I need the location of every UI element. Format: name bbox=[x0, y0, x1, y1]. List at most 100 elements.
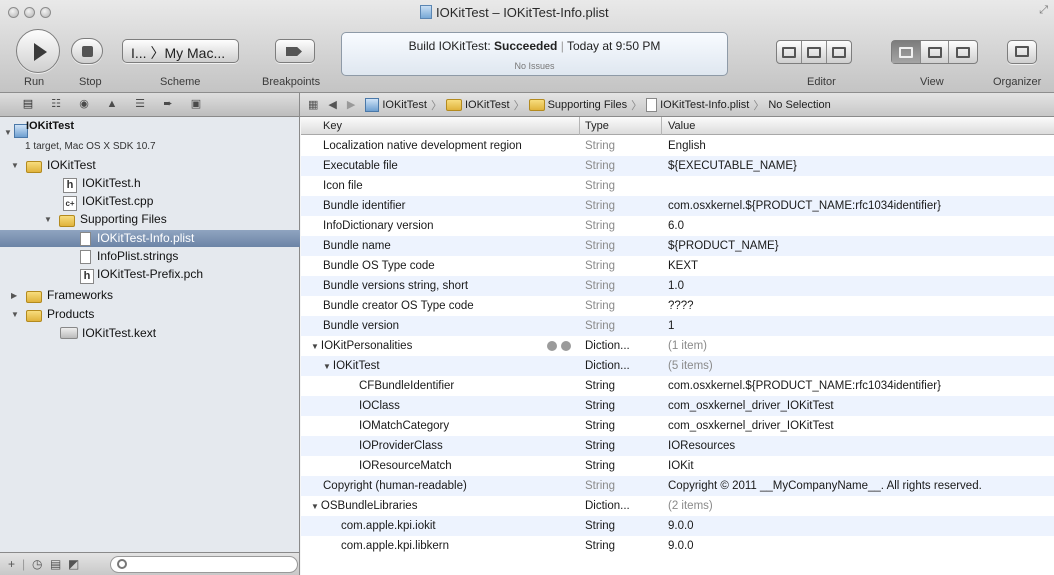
plist-value[interactable]: ${PRODUCT_NAME} bbox=[668, 236, 779, 256]
add-icon[interactable]: + bbox=[8, 557, 15, 571]
minimize-window-button[interactable] bbox=[24, 7, 35, 18]
plist-value[interactable]: Copyright © 2011 __MyCompanyName__. All … bbox=[668, 476, 982, 496]
plist-key[interactable]: ▼ OSBundleLibraries bbox=[311, 496, 417, 517]
plist-type[interactable]: String bbox=[585, 176, 615, 196]
project-navigator-icon[interactable]: ▤ bbox=[22, 99, 34, 110]
zoom-window-button[interactable] bbox=[40, 7, 51, 18]
disclosure-open-icon[interactable]: ▼ bbox=[11, 157, 19, 174]
plist-type[interactable]: String bbox=[585, 536, 615, 556]
plist-key[interactable]: IOClass bbox=[359, 396, 400, 416]
tree-item-group[interactable]: ▼ Supporting Files bbox=[0, 211, 300, 228]
plist-type[interactable]: String bbox=[585, 156, 615, 176]
plist-type[interactable]: String bbox=[585, 236, 615, 256]
plist-type[interactable]: String bbox=[585, 256, 615, 276]
disclosure-open-icon[interactable]: ▼ bbox=[323, 362, 331, 371]
version-editor-button[interactable] bbox=[827, 41, 851, 63]
plist-type[interactable]: Diction... bbox=[585, 496, 630, 516]
jump-item-selection[interactable]: No Selection bbox=[768, 99, 830, 111]
plist-row[interactable]: Bundle version String 1 bbox=[301, 316, 1054, 336]
plist-value[interactable]: ${EXECUTABLE_NAME} bbox=[668, 156, 797, 176]
plist-row[interactable]: ▼ IOKitTest Diction... (5 items) bbox=[301, 356, 1054, 376]
plist-key[interactable]: Bundle identifier bbox=[323, 196, 405, 216]
organizer-button[interactable] bbox=[1007, 40, 1037, 64]
plist-type[interactable]: String bbox=[585, 296, 615, 316]
plist-value[interactable]: IOKit bbox=[668, 456, 694, 476]
plist-value[interactable]: 6.0 bbox=[668, 216, 684, 236]
run-button[interactable] bbox=[16, 29, 60, 73]
plist-key[interactable]: Bundle creator OS Type code bbox=[323, 296, 474, 316]
jump-item-file[interactable]: IOKitTest-Info.plist bbox=[646, 97, 749, 112]
plist-type[interactable]: String bbox=[585, 276, 615, 296]
navigator-toggle-button[interactable] bbox=[892, 41, 921, 63]
plist-key[interactable]: CFBundleIdentifier bbox=[359, 376, 454, 396]
related-files-icon[interactable]: ▦ bbox=[308, 98, 318, 111]
column-header-key[interactable]: Key bbox=[323, 120, 342, 132]
plist-row[interactable]: IOMatchCategory String com_osxkernel_drive… bbox=[301, 416, 1054, 436]
plist-type[interactable]: Diction... bbox=[585, 356, 630, 376]
plist-key[interactable]: ▼ IOKitPersonalities bbox=[311, 336, 412, 357]
plist-value[interactable]: com_osxkernel_driver_IOKitTest bbox=[668, 416, 834, 436]
disclosure-open-icon[interactable]: ▼ bbox=[11, 306, 19, 323]
plist-value[interactable]: 9.0.0 bbox=[668, 516, 694, 536]
plist-row[interactable]: Bundle name String ${PRODUCT_NAME} bbox=[301, 236, 1054, 256]
plist-key[interactable]: Bundle versions string, short bbox=[323, 276, 468, 296]
plist-value[interactable]: 1.0 bbox=[668, 276, 684, 296]
plist-key[interactable]: Bundle version bbox=[323, 316, 399, 336]
plist-key[interactable]: ▼ IOKitTest bbox=[323, 356, 380, 377]
plist-value[interactable]: (2 items) bbox=[668, 496, 713, 516]
symbol-navigator-icon[interactable]: ☷ bbox=[50, 99, 62, 110]
plist-type[interactable]: String bbox=[585, 436, 615, 456]
tree-item-group[interactable]: ▶ Frameworks bbox=[0, 287, 300, 304]
close-window-button[interactable] bbox=[8, 7, 19, 18]
plist-value[interactable]: IOResources bbox=[668, 436, 735, 456]
plist-row[interactable]: IOResourceMatch String IOKit bbox=[301, 456, 1054, 476]
disclosure-closed-icon[interactable]: ▶ bbox=[11, 287, 17, 304]
plist-row[interactable]: IOProviderClass String IOResources bbox=[301, 436, 1054, 456]
fullscreen-icon[interactable]: ⤢ bbox=[1039, 4, 1048, 17]
plist-value[interactable]: 1 bbox=[668, 316, 674, 336]
plist-row[interactable]: com.apple.kpi.iokit String 9.0.0 bbox=[301, 516, 1054, 536]
plist-value[interactable]: (1 item) bbox=[668, 336, 707, 356]
back-arrow-icon[interactable]: ◀ bbox=[328, 98, 336, 111]
disclosure-open-icon[interactable]: ▼ bbox=[311, 502, 319, 511]
breakpoint-navigator-icon[interactable]: ➨ bbox=[162, 99, 174, 110]
plist-row[interactable]: Copyright (human-readable) String Copyrigh… bbox=[301, 476, 1054, 496]
forward-arrow-icon[interactable]: ▶ bbox=[347, 98, 355, 111]
plist-row[interactable]: Executable file String ${EXECUTABLE_NAME} bbox=[301, 156, 1054, 176]
plist-value[interactable]: com_osxkernel_driver_IOKitTest bbox=[668, 396, 834, 416]
plist-key[interactable]: Copyright (human-readable) bbox=[323, 476, 467, 496]
breakpoints-button[interactable] bbox=[275, 39, 315, 63]
plist-value[interactable]: 9.0.0 bbox=[668, 536, 694, 556]
plist-value[interactable]: (5 items) bbox=[668, 356, 713, 376]
plist-value[interactable]: KEXT bbox=[668, 256, 698, 276]
tree-item-file[interactable]: h IOKitTest-Prefix.pch bbox=[0, 266, 300, 284]
column-header-value[interactable]: Value bbox=[668, 120, 695, 132]
plist-row[interactable]: Bundle versions string, short String 1.0 bbox=[301, 276, 1054, 296]
plist-value[interactable]: com.osxkernel.${PRODUCT_NAME:rfc1034iden… bbox=[668, 196, 941, 216]
plist-row[interactable]: Bundle creator OS Type code String???? bbox=[301, 296, 1054, 316]
unsaved-files-icon[interactable]: ◩ bbox=[68, 557, 79, 571]
disclosure-open-icon[interactable]: ▼ bbox=[4, 124, 12, 141]
plist-key[interactable]: Executable file bbox=[323, 156, 398, 176]
tree-item-project[interactable]: ▼ IOKitTest 1 target, Mac OS X SDK 10.7 bbox=[0, 120, 300, 152]
scheme-popup[interactable]: I... 〉My Mac... bbox=[122, 39, 239, 63]
plist-key[interactable]: com.apple.kpi.iokit bbox=[341, 516, 436, 536]
jump-item-project[interactable]: IOKitTest bbox=[365, 97, 427, 112]
remove-item-icon[interactable] bbox=[561, 341, 571, 351]
plist-type[interactable]: String bbox=[585, 316, 615, 336]
plist-row[interactable]: ▼ OSBundleLibraries Diction... (2 items) bbox=[301, 496, 1054, 516]
plist-row[interactable]: InfoDictionary version String 6.0 bbox=[301, 216, 1054, 236]
plist-row[interactable]: Bundle identifier String com.osxkernel.${P… bbox=[301, 196, 1054, 216]
jump-item-supporting-files[interactable]: Supporting Files bbox=[528, 98, 627, 111]
editor-segmented-control[interactable] bbox=[776, 40, 852, 64]
issue-navigator-icon[interactable]: ▲ bbox=[106, 99, 118, 110]
debug-area-toggle-button[interactable] bbox=[921, 41, 950, 63]
add-item-icon[interactable] bbox=[547, 341, 557, 351]
disclosure-open-icon[interactable]: ▼ bbox=[44, 211, 52, 228]
log-navigator-icon[interactable]: ▣ bbox=[190, 99, 202, 110]
plist-key[interactable]: Localization native development region bbox=[323, 136, 522, 156]
plist-row[interactable]: IOClass String com_osxkernel_driver_IOKitT… bbox=[301, 396, 1054, 416]
plist-row[interactable]: Icon file String bbox=[301, 176, 1054, 196]
plist-row[interactable]: ▼ IOKitPersonalities Diction... (1 item) bbox=[301, 336, 1054, 356]
view-segmented-control[interactable] bbox=[891, 40, 978, 64]
